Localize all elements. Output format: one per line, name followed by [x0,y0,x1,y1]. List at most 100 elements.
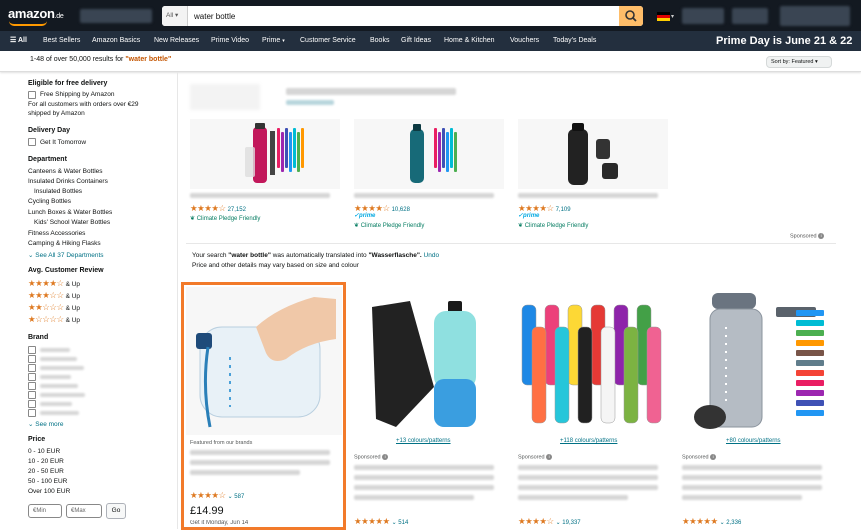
brand-filter-row[interactable] [28,346,88,354]
product-image[interactable] [350,287,502,435]
sponsored-label[interactable]: Sponsored i [790,233,825,239]
department-link[interactable]: Lunch Boxes & Water Bottles [28,209,112,216]
product-title-blurred[interactable] [682,465,822,470]
brand-filter-row[interactable] [28,400,88,408]
account-lists-blurred[interactable] [682,8,724,24]
product-title-blurred[interactable] [354,485,494,490]
product-title-blurred[interactable] [354,495,474,500]
color-options-link[interactable]: +118 colours/patterns [560,438,617,444]
department-link[interactable]: Insulated Drinks Containers [28,178,108,185]
product-title-blurred[interactable] [354,465,494,470]
nav-books[interactable]: Books [370,31,389,51]
rating-filter-4[interactable]: ★★★★☆ & Up [28,278,80,289]
climate-pledge-badge[interactable]: ❦ Climate Pledge Friendly [354,222,424,229]
brand-filter-row[interactable] [28,373,88,381]
nav-todays-deals[interactable]: Today's Deals [553,31,596,51]
rating-filter-3[interactable]: ★★★☆☆ & Up [28,290,80,301]
product-title-blurred[interactable] [354,193,494,198]
department-link[interactable]: Insulated Bottles [34,188,82,195]
department-link[interactable]: Canteens & Water Bottles [28,168,103,175]
free-shipping-checkbox[interactable] [28,91,36,99]
nav-prime-video[interactable]: Prime Video [211,31,249,51]
product-image[interactable] [514,287,666,435]
product-title-blurred[interactable] [354,475,494,480]
product-title-blurred[interactable] [518,485,658,490]
sort-dropdown[interactable]: Sort by: Featured ▾ [766,56,832,68]
brand-checkbox[interactable] [28,373,36,381]
product-title-blurred[interactable] [682,475,822,480]
brand-checkbox[interactable] [28,391,36,399]
max-price-input[interactable]: €Max [66,504,102,518]
get-it-tomorrow-checkbox[interactable] [28,138,36,146]
brand-filter-row[interactable] [28,355,88,363]
product-title-blurred[interactable] [518,475,658,480]
brand-headline-blurred[interactable] [286,88,456,95]
brand-checkbox[interactable] [28,382,36,390]
brand-checkbox[interactable] [28,400,36,408]
nav-home-kitchen[interactable]: Home & Kitchen [444,31,495,51]
product-title-blurred[interactable] [518,465,658,470]
product-title-blurred[interactable] [190,193,330,198]
product-rating[interactable]: ★★★★☆ ⌄ 19,337 [518,516,581,527]
search-button[interactable] [619,6,643,26]
amazon-logo[interactable]: amazon.de [8,6,64,26]
price-range-link[interactable]: 50 - 100 EUR [28,478,67,485]
brand-checkbox[interactable] [28,364,36,372]
product-title-blurred[interactable] [518,193,658,198]
product-rating[interactable]: ★★★★★ ⌄ 514 [354,516,408,527]
nav-best-sellers[interactable]: Best Sellers [43,31,80,51]
sponsored-product-image[interactable] [518,119,668,189]
get-it-tomorrow-label[interactable]: Get It Tomorrow [40,139,86,146]
product-title-blurred[interactable] [682,485,822,490]
search-category-select[interactable]: All ▾ [162,6,188,26]
price-range-link[interactable]: 10 - 20 EUR [28,458,64,465]
price-range-link[interactable]: Over 100 EUR [28,488,70,495]
min-price-input[interactable]: €Min [28,504,62,518]
nav-prime[interactable]: Prime ▾ [262,31,285,51]
rating-filter-1[interactable]: ★☆☆☆☆ & Up [28,314,80,325]
department-link[interactable]: Kids' School Water Bottles [34,219,110,226]
brand-checkbox[interactable] [28,346,36,354]
price-go-button[interactable]: Go [106,503,126,519]
search-input[interactable] [188,6,620,26]
rating-filter-2[interactable]: ★★☆☆☆ & Up [28,302,80,313]
price-range-link[interactable]: 20 - 50 EUR [28,468,64,475]
brand-checkbox[interactable] [28,409,36,417]
nav-new-releases[interactable]: New Releases [154,31,199,51]
language-chevron-icon[interactable]: ▾ [671,13,674,20]
department-link[interactable]: Camping & Hiking Flasks [28,240,101,247]
price-range-link[interactable]: 0 - 10 EUR [28,448,60,455]
free-shipping-label[interactable]: Free Shipping by Amazon [40,91,114,98]
department-link[interactable]: Cycling Bottles [28,198,71,205]
sponsored-label[interactable]: Sponsored i [518,454,553,460]
nav-vouchers[interactable]: Vouchers [510,31,539,51]
brand-filter-row[interactable] [28,409,88,417]
see-more-brands-link[interactable]: ⌄ See more [28,420,63,428]
brand-checkbox[interactable] [28,355,36,363]
sponsored-product-image[interactable] [190,119,340,189]
product-rating[interactable]: ★★★★★ ⌄ 2,336 [682,516,741,527]
nav-customer-service[interactable]: Customer Service [300,31,356,51]
climate-pledge-badge[interactable]: ❦ Climate Pledge Friendly [190,215,260,222]
department-link[interactable]: Fitness Accessories [28,230,85,237]
climate-pledge-badge[interactable]: ❦ Climate Pledge Friendly [518,222,588,229]
brand-filter-row[interactable] [28,364,88,372]
undo-translation-link[interactable]: Undo [424,252,440,259]
delivery-location-blurred[interactable] [80,9,152,23]
prime-day-promo[interactable]: Prime Day is June 21 & 22 [716,31,852,51]
product-rating[interactable]: ★★★★☆ 27,152 [190,203,246,214]
see-all-departments-link[interactable]: ⌄ See All 37 Departments [28,251,104,259]
color-options-link[interactable]: +13 colours/patterns [396,438,451,444]
germany-flag-icon[interactable] [657,12,670,21]
sponsored-label[interactable]: Sponsored i [354,454,389,460]
product-title-blurred[interactable] [518,495,628,500]
nav-all-menu[interactable]: ☰ All [10,31,27,51]
brand-shop-link-blurred[interactable] [286,100,334,105]
sponsored-product-image[interactable] [354,119,504,189]
sponsored-label[interactable]: Sponsored i [682,454,717,460]
brand-filter-row[interactable] [28,382,88,390]
brand-logo-blurred[interactable] [190,84,260,110]
returns-orders-blurred[interactable] [732,8,768,24]
cart-blurred[interactable] [780,6,850,26]
brand-filter-row[interactable] [28,391,88,399]
